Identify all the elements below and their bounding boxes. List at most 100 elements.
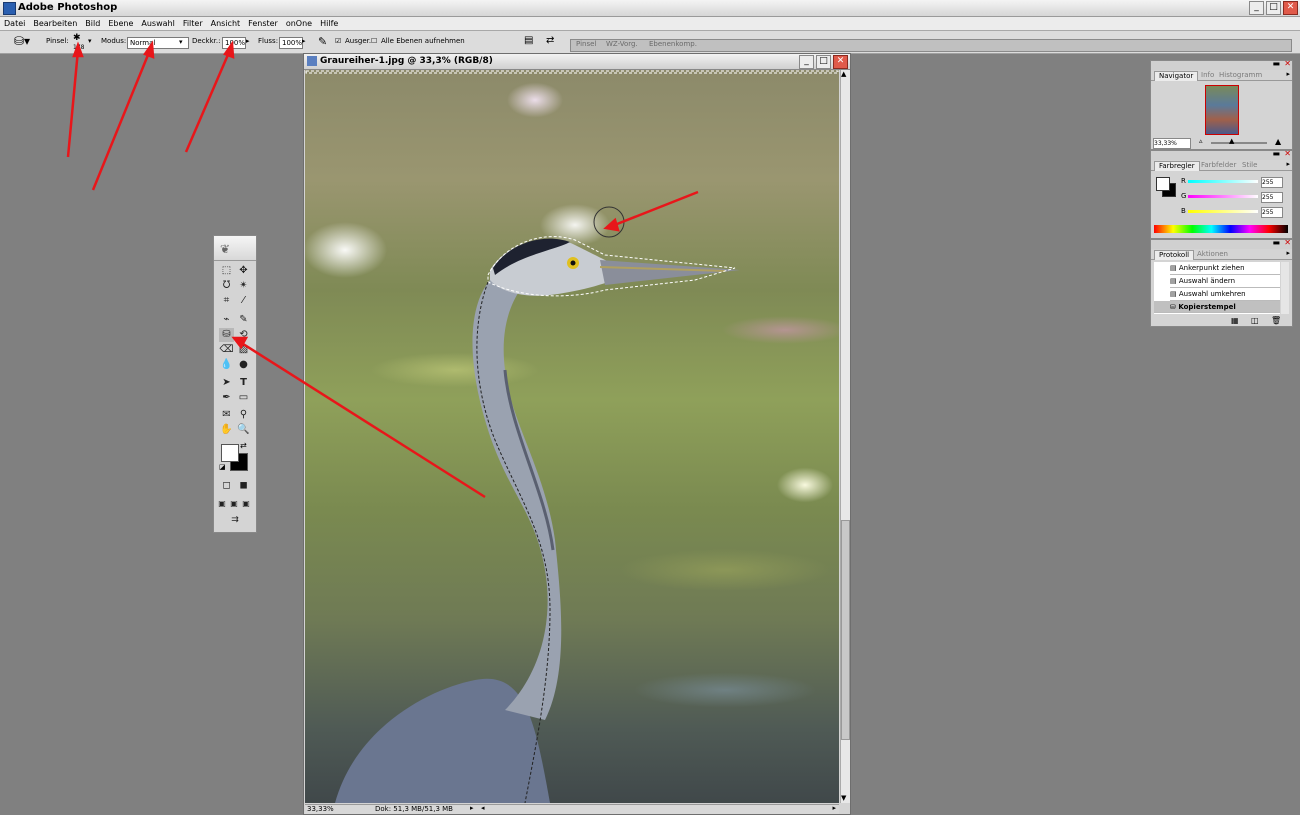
- panel-menu-icon[interactable]: ▸: [1286, 70, 1290, 78]
- aligned-checkbox[interactable]: ☑: [335, 37, 341, 45]
- well-tab-tool-presets[interactable]: WZ-Vorg.: [606, 40, 638, 48]
- g-value[interactable]: 255: [1261, 192, 1283, 203]
- scroll-down-icon[interactable]: ▼: [841, 794, 850, 803]
- tab-history[interactable]: Protokoll: [1154, 250, 1195, 260]
- menu-ansicht[interactable]: Ansicht: [207, 17, 245, 30]
- magic-wand-tool-icon[interactable]: ✴: [236, 279, 251, 293]
- opacity-field[interactable]: 100%: [222, 37, 246, 49]
- slice-tool-icon[interactable]: ⁄: [236, 294, 251, 308]
- close-button[interactable]: ✕: [1283, 1, 1298, 15]
- clone-stamp-preset-icon[interactable]: ⛁▾: [14, 34, 30, 48]
- healing-brush-tool-icon[interactable]: ⌁: [219, 313, 234, 327]
- scroll-right-icon[interactable]: ▸: [832, 804, 836, 812]
- document-title-bar[interactable]: Graureiher-1.jpg @ 33,3% (RGB/8) _ □ ✕: [304, 54, 850, 70]
- new-document-icon[interactable]: ▦: [1231, 316, 1239, 325]
- panel-menu-icon[interactable]: ▸: [1286, 249, 1290, 257]
- default-colors-icon[interactable]: ◪: [219, 463, 226, 471]
- menu-fenster[interactable]: Fenster: [244, 17, 282, 30]
- lasso-tool-icon[interactable]: ᘮ: [219, 279, 234, 293]
- history-item[interactable]: ▤ Auswahl ändern: [1170, 275, 1280, 288]
- quick-mask-mode-icon[interactable]: ◼: [236, 479, 251, 493]
- vertical-scrollbar[interactable]: ▲ ▼: [840, 70, 850, 803]
- jump-to-imageready-icon[interactable]: ⇉: [224, 513, 246, 527]
- well-tab-layer-comps[interactable]: Ebenenkomp.: [649, 40, 697, 48]
- gradient-tool-icon[interactable]: ▨: [236, 343, 251, 357]
- path-selection-tool-icon[interactable]: ➤: [219, 376, 234, 390]
- panel-close-icon[interactable]: ✕: [1284, 59, 1291, 68]
- history-scrollbar[interactable]: [1281, 262, 1289, 314]
- zoom-out-icon[interactable]: ▵: [1199, 137, 1203, 145]
- menu-bearbeiten[interactable]: Bearbeiten: [29, 17, 81, 30]
- flow-field[interactable]: 100%: [279, 37, 303, 49]
- navigator-zoom-slider[interactable]: [1211, 142, 1267, 144]
- brush-picker-chevron-icon[interactable]: ▾: [88, 37, 92, 45]
- history-item-active[interactable]: ⛁ Kopierstempel: [1154, 301, 1280, 313]
- b-slider[interactable]: [1188, 210, 1258, 213]
- menu-datei[interactable]: Datei: [0, 17, 29, 30]
- file-browser-icon[interactable]: ▤: [524, 35, 533, 46]
- airbrush-icon[interactable]: ✎: [318, 35, 327, 48]
- zoom-tool-icon[interactable]: 🔍: [236, 423, 251, 437]
- brush-preview-icon[interactable]: ✱: [73, 33, 81, 43]
- screen-mode-full-menu-icon[interactable]: ▣: [228, 497, 240, 511]
- menu-auswahl[interactable]: Auswahl: [137, 17, 178, 30]
- r-value[interactable]: 255: [1261, 177, 1283, 188]
- image-ready-icon[interactable]: ⇄: [546, 35, 554, 46]
- notes-tool-icon[interactable]: ✉: [219, 408, 234, 422]
- zoom-slider-thumb-icon[interactable]: ▲: [1229, 137, 1234, 145]
- brush-tool-icon[interactable]: ✎: [236, 313, 251, 327]
- well-tab-brushes[interactable]: Pinsel: [576, 40, 596, 48]
- menu-hilfe[interactable]: Hilfe: [316, 17, 342, 30]
- scroll-up-icon[interactable]: ▲: [841, 70, 850, 79]
- panel-minimize-icon[interactable]: ▬: [1272, 149, 1280, 158]
- screen-mode-full-icon[interactable]: ▣: [240, 497, 252, 511]
- crop-tool-icon[interactable]: ⌗: [219, 294, 234, 308]
- screen-mode-standard-icon[interactable]: ▣: [216, 497, 228, 511]
- all-layers-checkbox[interactable]: ☐: [371, 37, 377, 45]
- zoom-in-icon[interactable]: ▲: [1275, 137, 1281, 146]
- standard-mode-icon[interactable]: ◻: [219, 479, 234, 493]
- trash-icon[interactable]: 🗑: [1271, 316, 1281, 325]
- menu-bild[interactable]: Bild: [81, 17, 104, 30]
- r-slider[interactable]: [1188, 180, 1258, 183]
- marquee-tool-icon[interactable]: ⬚: [219, 264, 234, 278]
- pen-tool-icon[interactable]: ✒: [219, 391, 234, 405]
- hand-tool-icon[interactable]: ✋: [219, 423, 234, 437]
- navigator-thumbnail[interactable]: [1205, 85, 1239, 135]
- eyedropper-tool-icon[interactable]: ⚲: [236, 408, 251, 422]
- tab-histogram[interactable]: Histogramm: [1215, 71, 1266, 80]
- color-fg-swatch[interactable]: [1156, 177, 1170, 191]
- color-spectrum-ramp[interactable]: [1154, 225, 1288, 233]
- menu-onone[interactable]: onOne: [282, 17, 316, 30]
- new-snapshot-icon[interactable]: ◫: [1251, 316, 1259, 325]
- history-panel-bar[interactable]: ▬ ✕: [1151, 238, 1292, 249]
- toolbox-header[interactable]: ❦: [214, 236, 256, 261]
- g-slider[interactable]: [1188, 195, 1258, 198]
- shape-tool-icon[interactable]: ▭: [236, 391, 251, 405]
- panel-minimize-icon[interactable]: ▬: [1272, 238, 1280, 247]
- scroll-left-icon[interactable]: ◂: [481, 804, 485, 812]
- navigator-zoom-field[interactable]: 33,33%: [1153, 138, 1191, 149]
- tab-styles[interactable]: Stile: [1238, 161, 1261, 170]
- panel-close-icon[interactable]: ✕: [1284, 149, 1291, 158]
- maximize-button[interactable]: □: [1266, 1, 1281, 15]
- doc-close-button[interactable]: ✕: [833, 55, 848, 69]
- b-value[interactable]: 255: [1261, 207, 1283, 218]
- tab-color[interactable]: Farbregler: [1154, 161, 1200, 171]
- navigator-panel-bar[interactable]: ▬ ✕: [1151, 59, 1292, 70]
- flow-slider-arrow-icon[interactable]: ▸: [302, 37, 306, 45]
- blur-tool-icon[interactable]: 💧: [219, 358, 234, 372]
- doc-maximize-button[interactable]: □: [816, 55, 831, 69]
- type-tool-icon[interactable]: T: [236, 376, 251, 390]
- scroll-thumb[interactable]: [841, 520, 850, 740]
- minimize-button[interactable]: _: [1249, 1, 1264, 15]
- dodge-tool-icon[interactable]: ●: [236, 358, 251, 372]
- tab-swatches[interactable]: Farbfelder: [1197, 161, 1240, 170]
- clone-stamp-tool-icon[interactable]: ⛁: [219, 328, 234, 342]
- tab-navigator[interactable]: Navigator: [1154, 71, 1199, 81]
- foreground-color-swatch[interactable]: [221, 444, 239, 462]
- panel-menu-icon[interactable]: ▸: [1286, 160, 1290, 168]
- doc-minimize-button[interactable]: _: [799, 55, 814, 69]
- move-tool-icon[interactable]: ✥: [236, 264, 251, 278]
- color-panel-bar[interactable]: ▬ ✕: [1151, 149, 1292, 160]
